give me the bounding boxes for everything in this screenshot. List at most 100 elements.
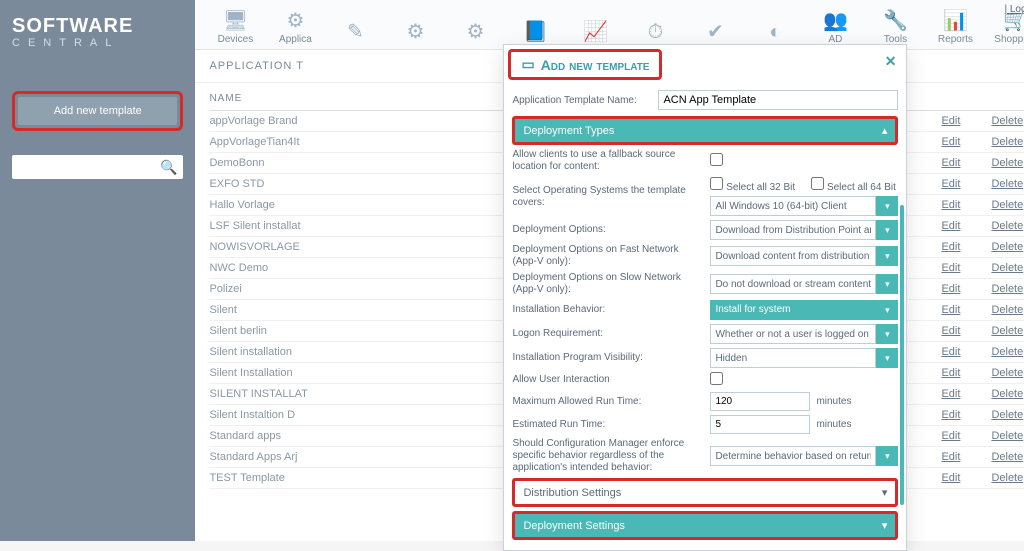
nav-icon: ⚙ — [385, 19, 445, 45]
brand-main: SOFTWARE — [12, 16, 183, 36]
section-distribution[interactable]: Distribution Settings ▾ — [512, 478, 898, 507]
edit-link[interactable]: Edit — [941, 472, 991, 484]
user-inter-label: Allow User Interaction — [512, 374, 702, 386]
edit-link[interactable]: Edit — [941, 304, 991, 316]
edit-link[interactable]: Edit — [941, 220, 991, 232]
window-icon: ▭ — [521, 56, 534, 73]
chevron-down-icon[interactable]: ▾ — [876, 246, 898, 266]
chevron-down-icon[interactable]: ▾ — [876, 196, 898, 216]
section-deployment-settings[interactable]: Deployment Settings ▾ — [512, 511, 898, 540]
delete-link[interactable]: Delete — [991, 178, 1024, 190]
edit-link[interactable]: Edit — [941, 430, 991, 442]
edit-link[interactable]: Edit — [941, 262, 991, 274]
nav-icon: 🔧 — [865, 8, 925, 34]
nav-item-reports[interactable]: 📊Reports — [925, 4, 985, 49]
unit-label: minutes — [816, 396, 876, 407]
delete-link[interactable]: Delete — [991, 199, 1024, 211]
edit-link[interactable]: Edit — [941, 178, 991, 190]
chevron-down-icon[interactable]: ▾ — [876, 300, 898, 320]
nav-item-ad[interactable]: 👥AD — [805, 4, 865, 49]
delete-link[interactable]: Delete — [991, 409, 1024, 421]
close-icon[interactable]: ✕ — [885, 53, 897, 70]
visibility-select[interactable] — [710, 348, 876, 368]
chevron-down-icon: ▾ — [882, 486, 888, 499]
visibility-label: Installation Program Visibility: — [512, 352, 702, 364]
delete-link[interactable]: Delete — [991, 430, 1024, 442]
os-select[interactable] — [710, 196, 876, 216]
edit-link[interactable]: Edit — [941, 283, 991, 295]
nav-label: Reports — [938, 34, 973, 45]
nav-icon: ⚙ — [445, 19, 505, 45]
select-64-checkbox[interactable] — [811, 177, 824, 190]
delete-link[interactable]: Delete — [991, 283, 1024, 295]
edit-link[interactable]: Edit — [941, 136, 991, 148]
scrollbar[interactable] — [900, 205, 904, 505]
logout-link[interactable]: | Log Out — [1004, 4, 1024, 15]
edit-link[interactable]: Edit — [941, 409, 991, 421]
nav-item-icon[interactable]: ⚙ — [385, 15, 445, 49]
delete-link[interactable]: Delete — [991, 115, 1024, 127]
template-name-input[interactable] — [658, 90, 898, 110]
modal-title: ▭ Add new template — [511, 52, 659, 77]
search-input[interactable] — [18, 161, 160, 173]
nav-icon: ✔ — [685, 19, 745, 45]
install-beh-label: Installation Behavior: — [512, 304, 702, 316]
nav-item-icon[interactable]: ⚙ — [445, 15, 505, 49]
add-template-button[interactable]: Add new template — [18, 97, 177, 125]
chevron-down-icon[interactable]: ▾ — [876, 446, 898, 466]
nav-icon: ⏱ — [625, 19, 685, 45]
select-os-label: Select Operating Systems the template co… — [512, 185, 702, 209]
slow-select[interactable] — [710, 274, 876, 294]
delete-link[interactable]: Delete — [991, 136, 1024, 148]
nav-icon: 🖥 — [205, 8, 265, 34]
search-box[interactable]: 🔍 — [12, 155, 183, 179]
delete-link[interactable]: Delete — [991, 325, 1024, 337]
user-inter-checkbox[interactable] — [710, 372, 723, 385]
select-32-checkbox[interactable] — [710, 177, 723, 190]
install-beh-select[interactable]: Install for system — [710, 300, 876, 320]
nav-item-tools[interactable]: 🔧Tools — [865, 4, 925, 49]
fast-select[interactable] — [710, 246, 876, 266]
chevron-down-icon[interactable]: ▾ — [876, 220, 898, 240]
delete-link[interactable]: Delete — [991, 472, 1024, 484]
edit-link[interactable]: Edit — [941, 199, 991, 211]
delete-link[interactable]: Delete — [991, 304, 1024, 316]
chevron-up-icon: ▴ — [882, 124, 888, 137]
logon-select[interactable] — [710, 324, 876, 344]
edit-link[interactable]: Edit — [941, 157, 991, 169]
fallback-label: Allow clients to use a fallback source l… — [512, 149, 702, 173]
chevron-down-icon[interactable]: ▾ — [876, 324, 898, 344]
left-sidebar: SOFTWARE CENTRAL Add new template 🔍 — [0, 0, 195, 541]
edit-link[interactable]: Edit — [941, 325, 991, 337]
edit-link[interactable]: Edit — [941, 346, 991, 358]
chevron-down-icon[interactable]: ▾ — [876, 274, 898, 294]
section-deployment-types[interactable]: Deployment Types ▴ — [512, 116, 898, 145]
chevron-down-icon[interactable]: ▾ — [876, 348, 898, 368]
edit-link[interactable]: Edit — [941, 388, 991, 400]
nav-label: Shopping — [994, 34, 1024, 45]
edit-link[interactable]: Edit — [941, 241, 991, 253]
fallback-checkbox[interactable] — [710, 153, 723, 166]
edit-link[interactable]: Edit — [941, 451, 991, 463]
delete-link[interactable]: Delete — [991, 388, 1024, 400]
nav-label: Applica — [279, 34, 312, 45]
delete-link[interactable]: Delete — [991, 451, 1024, 463]
edit-link[interactable]: Edit — [941, 115, 991, 127]
delete-link[interactable]: Delete — [991, 367, 1024, 379]
search-icon[interactable]: 🔍 — [160, 159, 177, 176]
nav-item-icon[interactable]: ✎ — [325, 15, 385, 49]
brand-sub: CENTRAL — [12, 38, 183, 49]
delete-link[interactable]: Delete — [991, 262, 1024, 274]
max-run-input[interactable] — [710, 392, 810, 411]
dep-opts-select[interactable] — [710, 220, 876, 240]
edit-link[interactable]: Edit — [941, 367, 991, 379]
enforce-select[interactable] — [710, 446, 876, 466]
delete-link[interactable]: Delete — [991, 220, 1024, 232]
nav-item-applica[interactable]: ⚙Applica — [265, 4, 325, 49]
delete-link[interactable]: Delete — [991, 241, 1024, 253]
nav-item-devices[interactable]: 🖥Devices — [205, 4, 265, 49]
delete-link[interactable]: Delete — [991, 346, 1024, 358]
delete-link[interactable]: Delete — [991, 157, 1024, 169]
add-template-highlight: Add new template — [12, 91, 183, 131]
est-run-input[interactable] — [710, 415, 810, 434]
